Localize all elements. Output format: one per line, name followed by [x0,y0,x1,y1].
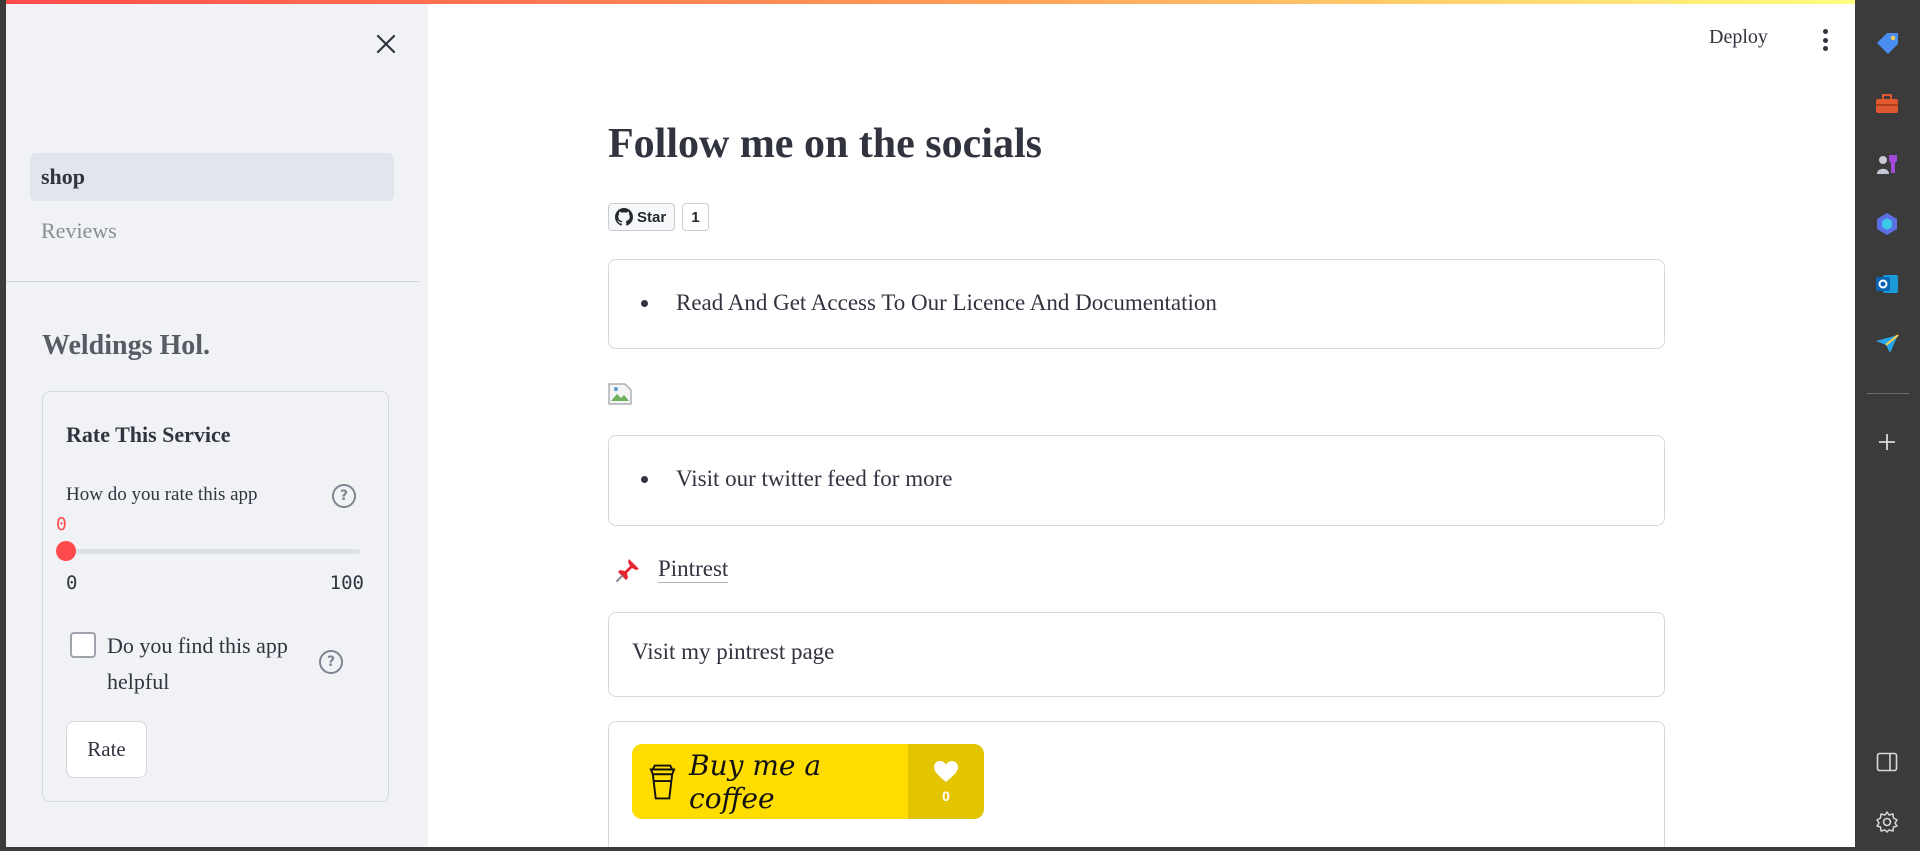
browser-settings-button[interactable] [1873,808,1901,836]
sidebar: shop Reviews Weldings Hol. Rate This Ser… [6,0,428,847]
github-icon [615,208,633,226]
send-icon [1876,334,1899,353]
page-title: Follow me on the socials [608,121,1042,167]
deploy-button[interactable]: Deploy [1709,26,1768,49]
rate-form-title: Rate This Service [66,422,231,447]
list-item: Read And Get Access To Our Licence And D… [641,290,1217,316]
copilot-icon [1877,213,1897,235]
menu-dot [1822,46,1828,51]
pintrest-card: Visit my pintrest page [608,612,1665,697]
helpful-checkbox[interactable] [70,632,96,658]
github-star-count[interactable]: 1 [682,203,709,231]
rating-question-label: How do you rate this app [66,484,258,505]
extension-bar [1855,0,1920,851]
helpful-checkbox-label[interactable]: Do you find this app helpful [107,628,317,700]
twitter-card: Visit our twitter feed for more [608,435,1665,526]
streamlit-app: shop Reviews Weldings Hol. Rate This Ser… [6,0,1855,847]
list-item: Visit our twitter feed for more [641,466,952,492]
sidebar-nav: shop Reviews [30,153,394,261]
heart-icon [934,760,958,782]
github-star-button[interactable]: Star [608,203,676,231]
pintrest-row: Pintrest [615,556,729,583]
slider-min-label: 0 [66,572,78,594]
sidebar-toggle-button[interactable] [1873,748,1901,776]
coffee-main: Buy me a coffee [632,744,908,819]
add-extension-button[interactable] [1873,428,1901,456]
coffee-label: Buy me a coffee [689,748,822,815]
menu-dot [1822,29,1828,34]
slider-current-value: 0 [56,514,67,535]
extension-toolbox-button[interactable] [1873,90,1901,118]
brand-heading: Weldings Hol. [42,330,211,361]
close-icon [376,34,396,54]
rate-form: Rate This Service How do you rate this a… [42,391,389,802]
main-menu-button[interactable] [1815,27,1835,53]
plus-icon [1879,434,1895,450]
pintrest-text: Visit my pintrest page [632,639,835,664]
pintrest-link[interactable]: Pintrest [658,556,729,583]
sidebar-item-reviews[interactable]: Reviews [30,207,394,255]
coffee-card: Buy me a coffee 0 [608,721,1665,847]
outlook-icon [1876,275,1898,293]
slider-max-label: 100 [329,572,364,594]
pushpin-icon [616,558,639,582]
rate-button[interactable]: Rate [66,721,147,778]
extension-outlook-button[interactable] [1873,270,1901,298]
licence-card: Read And Get Access To Our Licence And D… [608,259,1665,349]
extension-divider [1867,393,1909,394]
rating-slider-thumb[interactable] [56,541,76,561]
broken-image-icon [608,383,632,405]
extension-send-button[interactable] [1873,330,1901,358]
toolbox-icon [1876,94,1898,113]
close-sidebar-button[interactable] [370,28,402,60]
tag-icon [1877,33,1898,54]
github-star-label: Star [637,208,667,226]
sidebar-divider [6,281,419,282]
extension-chess-button[interactable] [1873,150,1901,178]
chess-icon [1877,155,1897,174]
help-icon[interactable]: ? [332,484,356,508]
buy-me-a-coffee-button[interactable]: Buy me a coffee 0 [632,744,984,819]
bullet-icon [641,475,648,483]
sidebar-item-shop[interactable]: shop [30,153,394,201]
settings-icon [1876,811,1898,833]
coffee-count: 0 [942,787,950,804]
decoration-bar [6,0,1855,4]
menu-dot [1822,37,1828,43]
coffee-like: 0 [908,744,984,819]
sidebar-toggle-icon [1876,752,1898,772]
extension-copilot-button[interactable] [1873,210,1901,238]
github-star-widget: Star 1 [608,203,709,231]
coffee-cup-icon [649,764,676,799]
twitter-link-text[interactable]: Visit our twitter feed for more [676,466,952,492]
extension-tag-button[interactable] [1873,30,1901,58]
bullet-icon [641,299,648,307]
rating-slider-track[interactable] [66,549,360,554]
help-icon[interactable]: ? [319,650,343,674]
licence-link-text[interactable]: Read And Get Access To Our Licence And D… [676,290,1217,316]
